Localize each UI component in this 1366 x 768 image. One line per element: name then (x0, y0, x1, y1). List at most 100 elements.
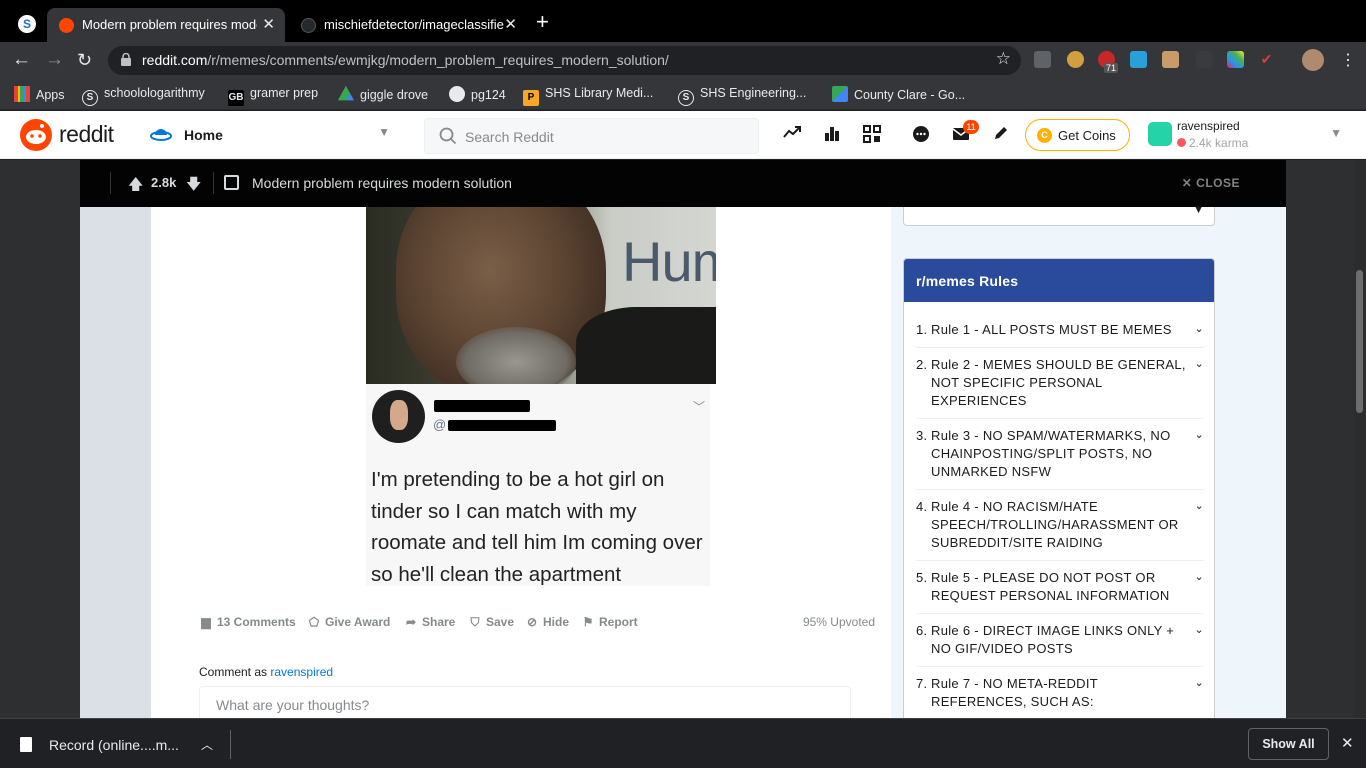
chat-icon[interactable] (911, 125, 931, 145)
redacted-name (434, 400, 530, 412)
close-tab-icon[interactable]: ✕ (262, 15, 275, 33)
file-icon (20, 737, 32, 752)
tab-title: mischiefdetector/imageclassifier (324, 17, 504, 32)
chevron-down-icon: ⌄ (1194, 624, 1204, 636)
library-icon: P (523, 90, 539, 106)
close-tab-icon[interactable]: ✕ (504, 15, 517, 33)
check-extension-icon[interactable]: ✔ (1258, 51, 1275, 68)
report-button[interactable]: ⚑ Report (581, 615, 638, 629)
trending-icon[interactable] (782, 125, 802, 145)
karma-icon (1177, 138, 1186, 147)
divider (230, 730, 231, 759)
globe-icon (449, 86, 465, 102)
hide-button[interactable]: ⊘ Hide (525, 615, 569, 629)
bookmark-schoolologarithmy[interactable]: Sschoolologarithmy (82, 86, 205, 106)
comment-as-username[interactable]: ravenspired (270, 665, 333, 679)
owl-extension-icon[interactable] (1067, 51, 1084, 68)
download-file-name[interactable]: Record (online....m... (49, 737, 179, 753)
bookmark-pg124[interactable]: pg124 (449, 86, 506, 104)
create-post-pencil-icon[interactable] (991, 125, 1011, 145)
community-options-card[interactable]: ▼ (903, 204, 1215, 226)
meme-photo[interactable]: Huma (366, 207, 716, 384)
bookmark-star-icon[interactable]: ☆ (996, 49, 1011, 69)
upvote-icon[interactable]: 🡅 (128, 174, 143, 199)
divider (916, 666, 1204, 667)
share-button[interactable]: ➦ Share (404, 615, 455, 629)
url-text: reddit.com/r/memes/comments/ewmjkg/moder… (142, 52, 669, 68)
reload-icon[interactable]: ↻ (77, 49, 92, 71)
maps-icon (832, 86, 848, 102)
bookmark-apps[interactable]: Apps (14, 86, 65, 104)
bookmark-shs-engineering[interactable]: S SHS Engineering... (678, 86, 806, 106)
post-actions: ▆ 13 Comments ⬠ Give Award ➦ Share ⛉ Save ⊘ H… (199, 612, 879, 632)
reddit-wordmark[interactable]: reddit (59, 121, 114, 148)
reddit-header: reddit Home ▼ Search Reddit 11 C Get Coi… (0, 111, 1366, 159)
get-coins-label: Get Coins (1058, 128, 1116, 143)
rules-card: r/memes Rules 1. Rule 1 - ALL POSTS MUST… (903, 258, 1215, 728)
jacket-shape (576, 307, 716, 384)
browser-tab-strip: S Modern problem requires modern solutio… (0, 0, 1366, 42)
show-all-button[interactable]: Show All (1248, 728, 1329, 760)
bookmark-gramer-prep[interactable]: GB gramer prep (228, 86, 318, 106)
user-menu[interactable]: ravenspired 2.4k karma ▼ (1146, 117, 1356, 153)
back-icon[interactable]: ← (12, 49, 31, 71)
crx-extension-icon[interactable] (1034, 51, 1051, 68)
avatar[interactable] (1302, 49, 1324, 71)
tweet-handle-prefix: @ (433, 417, 447, 432)
share-arrow-icon: ➦ (405, 615, 417, 629)
tab-reddit-post[interactable]: Modern problem requires modern solution … (47, 8, 285, 42)
give-award-button[interactable]: ⬠ Give Award (307, 615, 391, 629)
face-extension-icon[interactable] (1162, 51, 1179, 68)
search-input[interactable]: Search Reddit (424, 118, 759, 154)
vector-extension-icon[interactable] (1130, 51, 1147, 68)
avatar (372, 390, 425, 443)
bookmark-county-clare[interactable]: County Clare - Go... (832, 86, 965, 104)
chevron-down-icon: ⌄ (1194, 571, 1204, 583)
reddit-logo-icon[interactable] (20, 119, 52, 151)
comment-icon: ▆ (201, 615, 211, 629)
post-title: Modern problem requires modern solution (252, 175, 512, 191)
leaderboard-icon[interactable] (822, 125, 842, 145)
divider (110, 172, 111, 194)
get-coins-button[interactable]: C Get Coins (1025, 119, 1130, 151)
profile-s-icon[interactable]: S (18, 15, 36, 33)
bookmark-shs-library[interactable]: P SHS Library Medi... (523, 86, 653, 106)
extension-badge: 71 (1104, 63, 1119, 73)
apps-grid-icon (14, 86, 30, 102)
post-score: 2.8k (151, 175, 177, 190)
chevron-down-icon: ﹀ (693, 400, 706, 414)
bookmarks-bar: Apps Sschoolologarithmy GB gramer prep gi… (0, 79, 1366, 110)
chevron-down-icon: ⌄ (1194, 429, 1204, 441)
leaf-extension-icon[interactable] (1196, 51, 1213, 68)
post-modal-bar: 🡅 2.8k 🡇 Modern problem requires modern … (80, 160, 1286, 207)
qr-icon[interactable] (862, 125, 882, 145)
tab-github-repo[interactable]: mischiefdetector/imageclassifier ✕ (289, 8, 527, 42)
chevron-up-icon[interactable]: ︿ (201, 736, 213, 753)
mail-badge: 11 (963, 120, 979, 134)
address-toolbar: ← → ↻ reddit.com/r/memes/comments/ewmjkg… (0, 42, 1366, 79)
comments-button[interactable]: ▆ 13 Comments (199, 615, 295, 629)
divider (916, 489, 1204, 490)
downvote-icon[interactable]: 🡇 (186, 174, 201, 199)
bookmark-icon: ⛉ (470, 615, 480, 629)
scrollbar-thumb[interactable] (1356, 270, 1363, 413)
upvote-ratio: 95% Upvoted (802, 615, 875, 629)
new-tab-button[interactable]: + (536, 11, 549, 33)
close-post-button[interactable]: ✕ CLOSE (1182, 176, 1240, 190)
meme-tweet[interactable]: @ ﹀ I'm pretending to be a hot girl on t… (366, 384, 710, 586)
bookmark-giggle-drove[interactable]: giggle drove (338, 86, 428, 104)
color-extension-icon[interactable] (1227, 51, 1244, 68)
home-dropdown[interactable]: Home ▼ (148, 119, 402, 151)
home-icon (150, 129, 172, 141)
search-placeholder: Search Reddit (465, 129, 554, 145)
forward-icon[interactable]: → (45, 49, 64, 71)
scrollbar-track[interactable] (1354, 160, 1366, 718)
address-bar[interactable]: reddit.com/r/memes/comments/ewmjkg/moder… (108, 46, 1021, 75)
coin-icon: C (1037, 128, 1052, 143)
close-icon[interactable]: ✕ (1341, 734, 1354, 752)
divider (916, 418, 1204, 419)
menu-dots-icon[interactable]: ⋮ (1340, 50, 1356, 72)
tweet-text: I'm pretending to be a hot girl on tinde… (371, 468, 703, 586)
s-circle-icon: S (678, 90, 694, 106)
save-button[interactable]: ⛉ Save (468, 615, 514, 630)
